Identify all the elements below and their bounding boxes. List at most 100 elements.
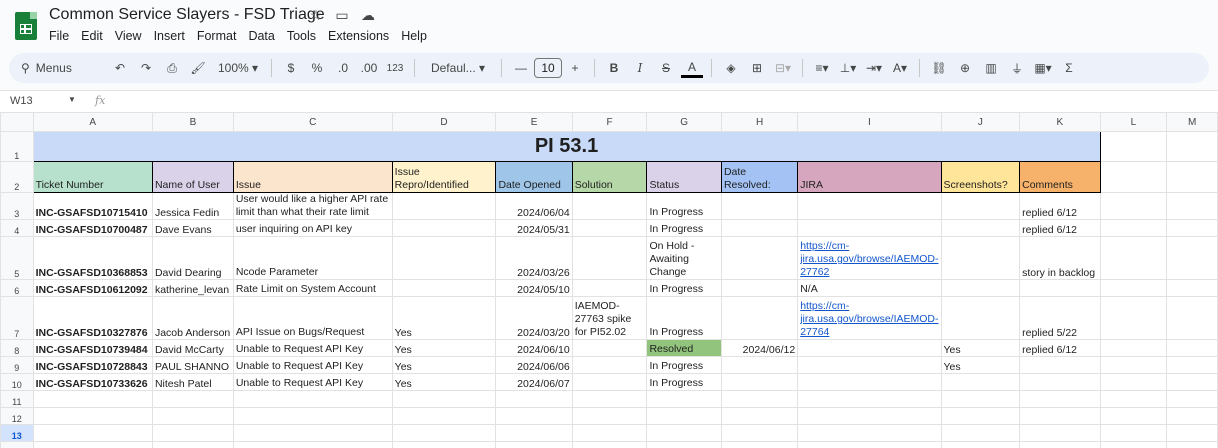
currency-format-button[interactable]: $ <box>280 56 302 80</box>
document-title[interactable]: Common Service Slayers - FSD Triage <box>49 6 325 24</box>
empty-cell[interactable] <box>32 390 153 408</box>
column-header-m[interactable]: M <box>1166 112 1218 132</box>
decrease-font-size-icon[interactable]: — <box>510 56 532 80</box>
empty-cell[interactable] <box>391 424 497 442</box>
empty-cell[interactable] <box>495 424 573 442</box>
insert-comment-icon[interactable]: ⊕ <box>954 56 976 80</box>
cell-comments[interactable]: replied 6/12 <box>1019 339 1101 357</box>
empty-cell[interactable] <box>391 407 497 425</box>
cell-jira[interactable]: https://cm-jira.usa.gov/browse/IAEMOD-27… <box>797 296 942 340</box>
functions-button[interactable]: Σ <box>1058 56 1080 80</box>
empty-cell[interactable] <box>1099 219 1168 237</box>
empty-cell[interactable] <box>1099 236 1168 280</box>
column-header-e[interactable]: E <box>495 112 573 132</box>
horizontal-align-icon[interactable]: ≡▾ <box>811 56 833 80</box>
row-header[interactable]: 12 <box>0 407 34 425</box>
fill-color-icon[interactable]: ◈ <box>720 56 742 80</box>
empty-cell[interactable] <box>1019 424 1101 442</box>
row-header[interactable]: 14 <box>0 441 34 448</box>
cell-solution[interactable] <box>571 279 648 297</box>
header-cell-jira[interactable]: JIRA <box>797 161 942 193</box>
cell-status[interactable]: In Progress <box>646 219 722 237</box>
cell-ticket-number[interactable]: INC-GSAFSD10739484 <box>32 339 153 357</box>
header-cell-repro[interactable]: Issue Repro/Identified <box>391 161 497 193</box>
header-cell-comments[interactable]: Comments <box>1019 161 1101 193</box>
row-header[interactable]: 1 <box>0 131 34 162</box>
menu-item-tools[interactable]: Tools <box>287 29 322 43</box>
empty-cell[interactable] <box>1166 192 1218 220</box>
cell-date-resolved[interactable] <box>720 296 799 340</box>
cell-comments[interactable]: replied 6/12 <box>1019 219 1101 237</box>
cell-date-resolved[interactable] <box>720 373 799 391</box>
empty-cell[interactable] <box>151 407 234 425</box>
column-header-d[interactable]: D <box>391 112 497 132</box>
cell-jira[interactable] <box>797 219 942 237</box>
cell-issue[interactable]: user inquiring on API key <box>232 219 393 237</box>
cell-date-resolved[interactable] <box>720 192 799 220</box>
empty-cell[interactable] <box>646 424 722 442</box>
column-header-g[interactable]: G <box>646 112 722 132</box>
cell-solution[interactable] <box>571 356 648 374</box>
empty-cell[interactable] <box>1166 390 1218 408</box>
empty-cell[interactable] <box>1166 424 1218 442</box>
increase-font-size-icon[interactable]: + <box>564 56 586 80</box>
cell-solution[interactable] <box>571 339 648 357</box>
cell-user-name[interactable]: Dave Evans <box>151 219 234 237</box>
empty-cell[interactable] <box>1099 296 1168 340</box>
row-header[interactable]: 7 <box>0 296 34 340</box>
sheets-logo-icon[interactable] <box>15 12 37 40</box>
text-color-button[interactable]: A <box>681 58 703 78</box>
empty-cell[interactable] <box>1019 390 1101 408</box>
empty-cell[interactable] <box>571 424 648 442</box>
chevron-down-icon[interactable]: ▼ <box>68 95 76 104</box>
menu-item-help[interactable]: Help <box>401 29 433 43</box>
font-size-input[interactable]: 10 <box>534 58 562 78</box>
cell-solution[interactable] <box>571 373 648 391</box>
star-icon[interactable]: ☆ <box>308 7 324 23</box>
cell-date-opened[interactable]: 2024/06/06 <box>495 356 573 374</box>
empty-cell[interactable] <box>571 407 648 425</box>
zoom-select[interactable]: 100% ▾ <box>213 56 263 80</box>
empty-cell[interactable] <box>1166 441 1218 448</box>
borders-icon[interactable]: ⊞ <box>746 56 768 80</box>
filter-icon[interactable]: ⏚ <box>1006 56 1028 80</box>
row-header[interactable]: 9 <box>0 356 34 374</box>
row-header[interactable]: 8 <box>0 339 34 357</box>
name-box[interactable]: W13 <box>10 95 33 107</box>
empty-cell[interactable] <box>1099 373 1168 391</box>
empty-cell[interactable] <box>32 424 153 442</box>
menu-item-data[interactable]: Data <box>248 29 280 43</box>
empty-cell[interactable] <box>1166 161 1218 193</box>
row-header[interactable]: 4 <box>0 219 34 237</box>
empty-cell[interactable] <box>1166 236 1218 280</box>
empty-cell[interactable] <box>232 441 393 448</box>
increase-decimal-button[interactable]: .00 <box>358 56 380 80</box>
empty-cell[interactable] <box>940 407 1021 425</box>
cell-repro[interactable]: Yes <box>391 356 497 374</box>
paint-format-icon[interactable]: 🖌 <box>187 56 209 80</box>
empty-cell[interactable] <box>1099 279 1168 297</box>
cell-user-name[interactable]: PAUL SHANNO <box>151 356 234 374</box>
header-cell-issue[interactable]: Issue <box>232 161 393 193</box>
cell-comments[interactable] <box>1019 279 1101 297</box>
empty-cell[interactable] <box>1099 441 1168 448</box>
column-header-l[interactable]: L <box>1099 112 1168 132</box>
empty-cell[interactable] <box>1099 192 1168 220</box>
cell-date-opened[interactable]: 2024/03/26 <box>495 236 573 280</box>
menu-item-view[interactable]: View <box>115 29 148 43</box>
empty-cell[interactable] <box>1166 407 1218 425</box>
cell-screenshots[interactable] <box>940 192 1021 220</box>
cell-jira[interactable]: N/A <box>797 279 942 297</box>
menus-search[interactable]: ⚲ Menus <box>17 57 107 79</box>
empty-cell[interactable] <box>940 424 1021 442</box>
cell-jira[interactable] <box>797 356 942 374</box>
cell-date-resolved[interactable] <box>720 219 799 237</box>
empty-cell[interactable] <box>151 441 234 448</box>
cloud-status-icon[interactable]: ☁ <box>360 7 376 23</box>
empty-cell[interactable] <box>940 441 1021 448</box>
empty-cell[interactable] <box>646 390 722 408</box>
menu-item-file[interactable]: File <box>49 29 75 43</box>
column-header-a[interactable]: A <box>32 112 153 132</box>
cell-comments[interactable] <box>1019 373 1101 391</box>
cell-date-opened[interactable]: 2024/03/20 <box>495 296 573 340</box>
